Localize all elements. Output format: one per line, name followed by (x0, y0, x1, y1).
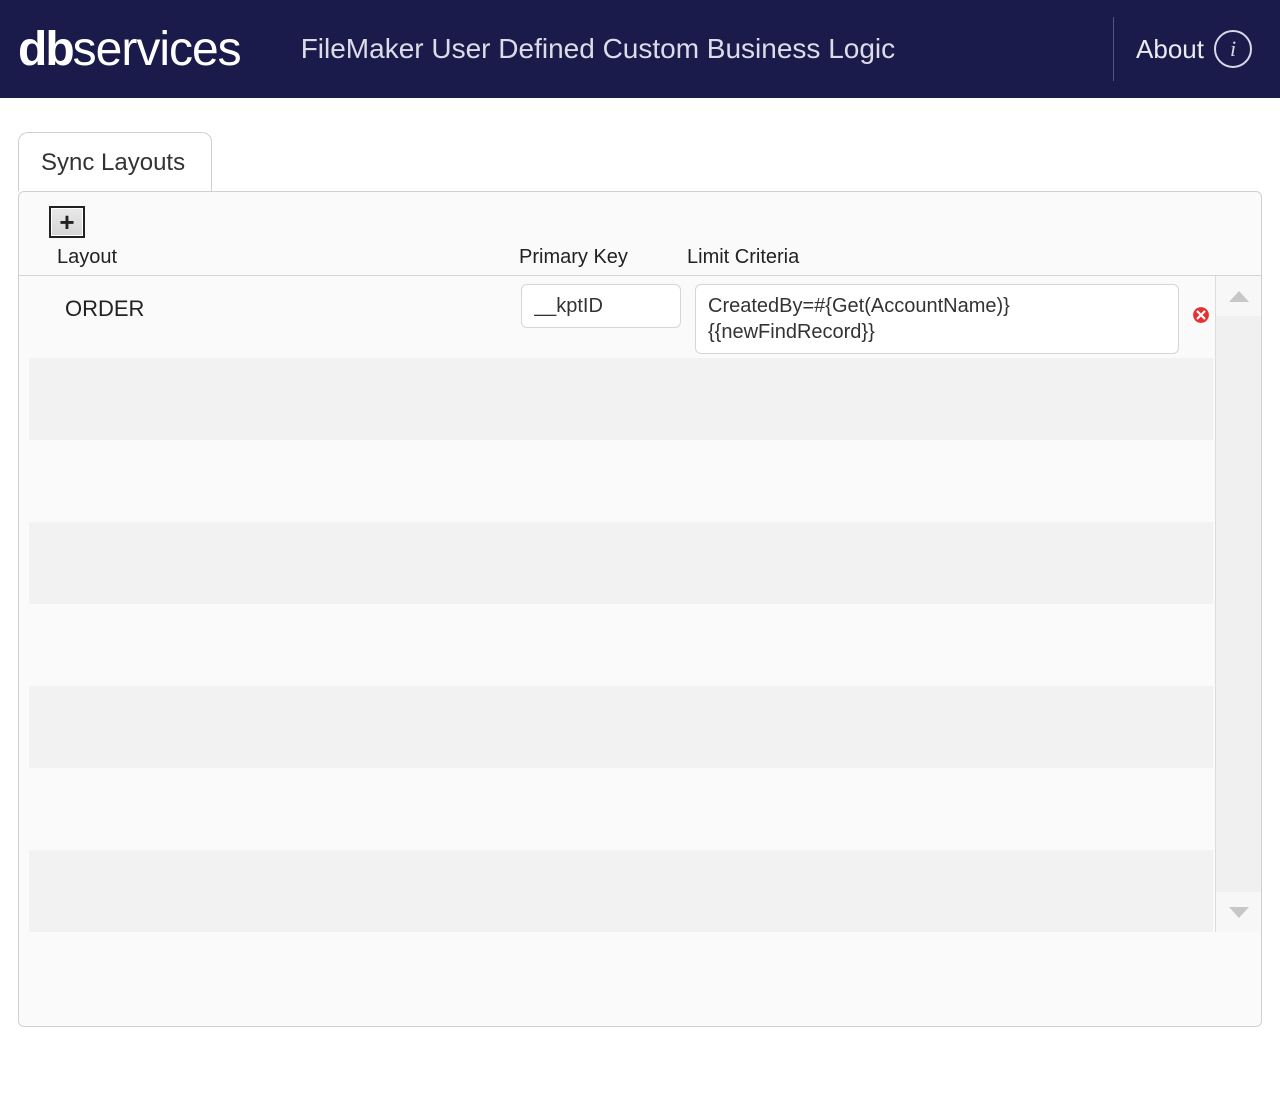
table-row-empty (29, 604, 1213, 686)
tab-sync-layouts[interactable]: Sync Layouts (18, 132, 212, 191)
table-row-empty (29, 440, 1213, 522)
layout-grid: ORDER (29, 276, 1213, 932)
limit-criteria-input[interactable] (695, 284, 1179, 354)
app-header: dbservices FileMaker User Defined Custom… (0, 0, 1280, 98)
header-right: About i (1113, 17, 1252, 81)
primary-key-input[interactable] (521, 284, 681, 328)
header-limit-criteria: Limit Criteria (687, 246, 1261, 269)
logo: dbservices (18, 22, 241, 77)
table-row-empty (29, 686, 1213, 768)
add-layout-button[interactable]: + (49, 206, 85, 238)
table-row: ORDER (29, 276, 1213, 358)
tabs-row: Sync Layouts (18, 132, 1262, 192)
scroll-track[interactable] (1216, 316, 1261, 892)
header-layout: Layout (19, 246, 519, 269)
page-body: Sync Layouts + Layout Primary Key Limit … (0, 98, 1280, 1045)
table-row-empty (29, 768, 1213, 850)
vertical-scrollbar[interactable] (1215, 276, 1261, 932)
layout-name-cell[interactable]: ORDER (29, 284, 521, 322)
column-headers: Layout Primary Key Limit Criteria (19, 244, 1261, 275)
table-row-empty (29, 358, 1213, 440)
about-link[interactable]: About (1136, 34, 1204, 65)
sync-layouts-panel: + Layout Primary Key Limit Criteria ORDE… (18, 191, 1262, 1027)
table-row-empty (29, 522, 1213, 604)
scroll-down-button[interactable] (1216, 892, 1261, 932)
scroll-up-button[interactable] (1216, 276, 1261, 316)
plus-icon: + (59, 209, 74, 235)
header-primary-key: Primary Key (519, 246, 687, 269)
logo-thin: services (73, 22, 241, 77)
chevron-up-icon (1229, 291, 1249, 302)
info-icon[interactable]: i (1214, 30, 1252, 68)
chevron-down-icon (1229, 907, 1249, 918)
delete-row-icon[interactable] (1192, 306, 1210, 324)
panel-toolbar: + (19, 202, 1261, 244)
table-row-empty (29, 850, 1213, 932)
grid-wrap: ORDER (19, 275, 1261, 932)
page-title: FileMaker User Defined Custom Business L… (301, 33, 1113, 65)
logo-bold: db (18, 22, 73, 77)
